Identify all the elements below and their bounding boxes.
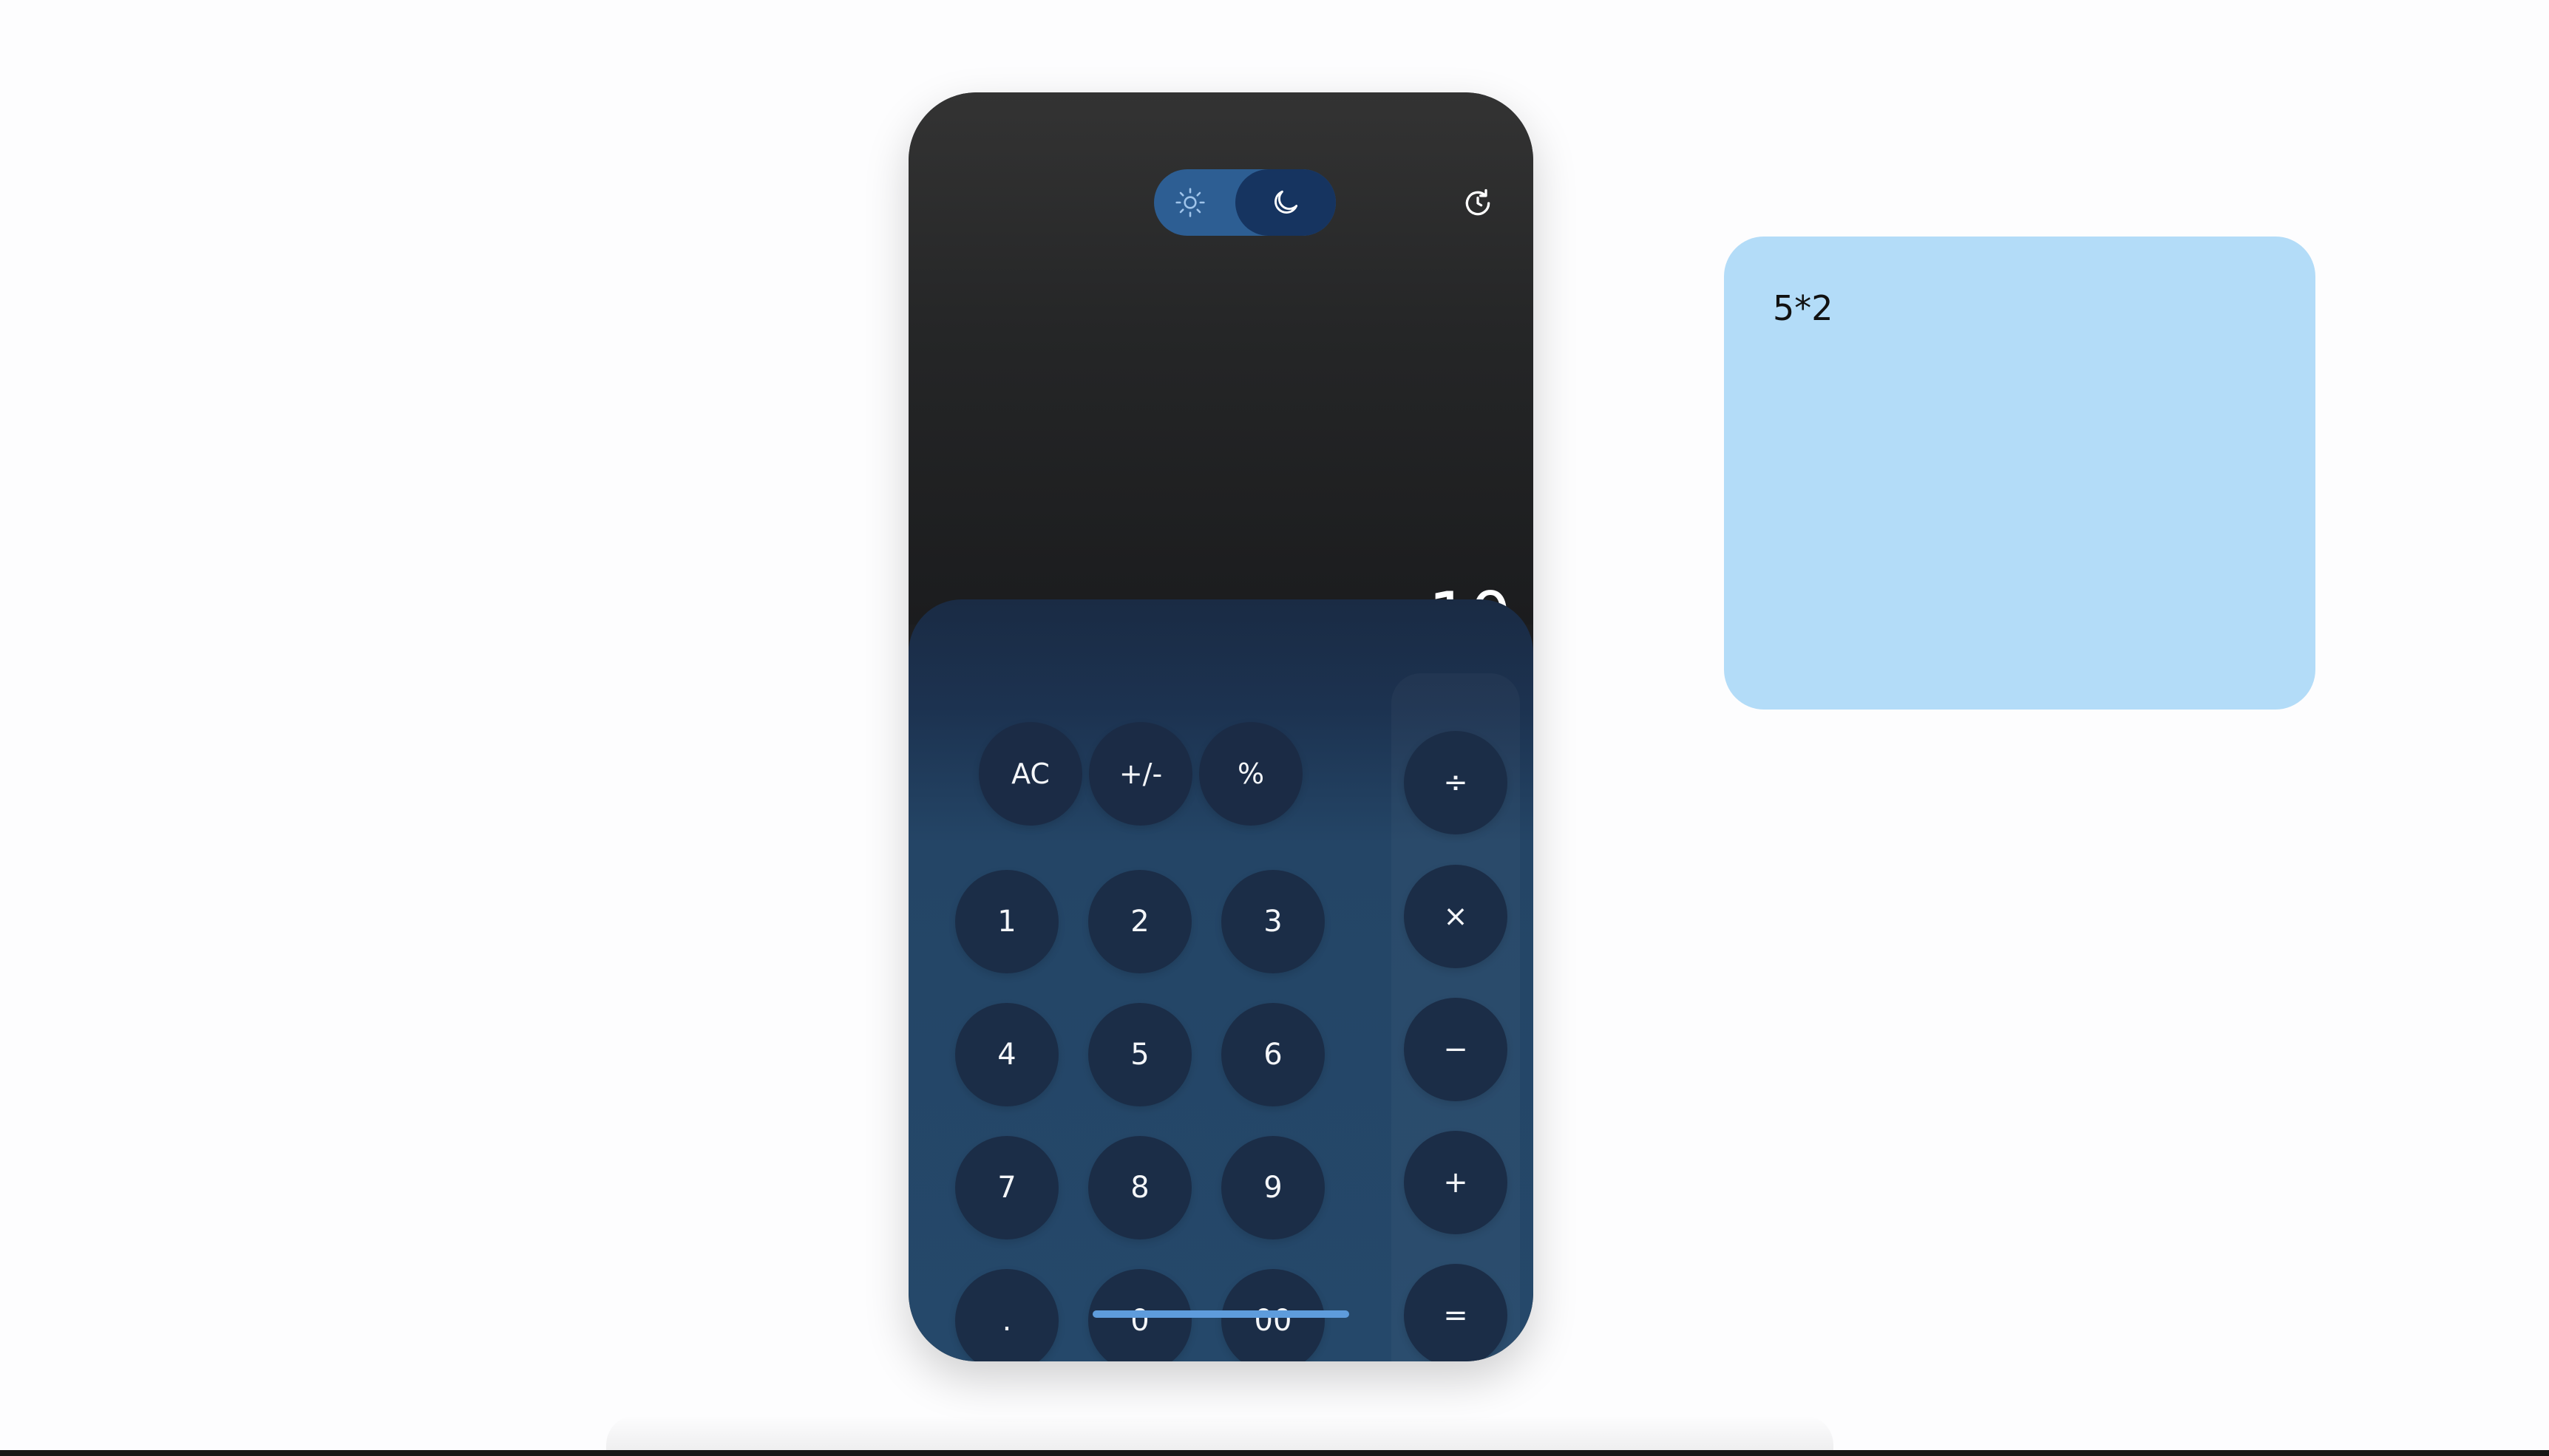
percent-button[interactable]: % bbox=[1199, 722, 1303, 826]
digit-5-button[interactable]: 5 bbox=[1088, 1003, 1192, 1106]
keypad: AC +/- % ÷ × − + = 1 2 3 4 5 6 7 8 9 . 0… bbox=[909, 599, 1533, 1361]
taskbar-edge bbox=[0, 1450, 2549, 1456]
digit-7-button[interactable]: 7 bbox=[955, 1136, 1059, 1239]
digit-1-button[interactable]: 1 bbox=[955, 870, 1059, 973]
clear-button[interactable]: AC bbox=[979, 722, 1082, 826]
decimal-point-button[interactable]: . bbox=[955, 1269, 1059, 1361]
digit-9-button[interactable]: 9 bbox=[1221, 1136, 1325, 1239]
minus-button[interactable]: − bbox=[1404, 998, 1507, 1101]
display-area: = 10 bbox=[909, 92, 1533, 649]
sign-toggle-button[interactable]: +/- bbox=[1089, 722, 1192, 826]
moon-icon[interactable] bbox=[1235, 169, 1336, 236]
plus-button[interactable]: + bbox=[1404, 1131, 1507, 1234]
digit-4-button[interactable]: 4 bbox=[955, 1003, 1059, 1106]
history-expression: 5*2 bbox=[1773, 288, 1833, 328]
multiply-button[interactable]: × bbox=[1404, 865, 1507, 968]
theme-toggle[interactable] bbox=[1154, 169, 1336, 236]
digit-6-button[interactable]: 6 bbox=[1221, 1003, 1325, 1106]
digit-2-button[interactable]: 2 bbox=[1088, 870, 1192, 973]
sun-icon[interactable] bbox=[1172, 184, 1209, 221]
dock-shadow bbox=[606, 1415, 1833, 1451]
divide-button[interactable]: ÷ bbox=[1404, 731, 1507, 834]
calculator-phone: = 10 AC +/- % ÷ × − + = 1 2 3 4 5 6 7 8 … bbox=[909, 92, 1533, 1361]
history-panel: 5*2 bbox=[1724, 237, 2315, 710]
home-indicator bbox=[1093, 1310, 1349, 1318]
digit-3-button[interactable]: 3 bbox=[1221, 870, 1325, 973]
digit-8-button[interactable]: 8 bbox=[1088, 1136, 1192, 1239]
history-refresh-icon[interactable] bbox=[1456, 181, 1500, 225]
equals-button[interactable]: = bbox=[1404, 1264, 1507, 1361]
